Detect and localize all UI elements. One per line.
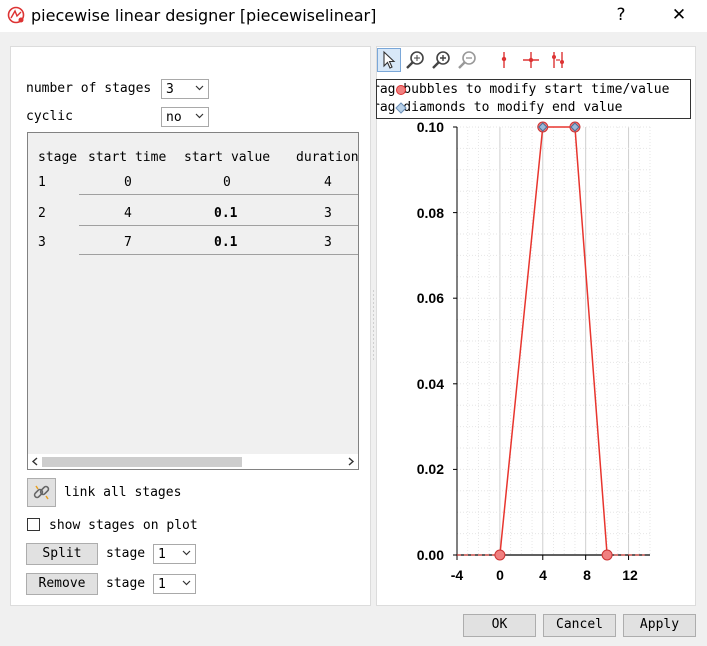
x-tick-label: 12: [622, 567, 638, 583]
cyclic-select[interactable]: no: [161, 107, 209, 127]
cyclic-value: no: [166, 110, 182, 125]
remove-stage-select[interactable]: 1: [153, 574, 196, 594]
column-header-start-time: start time: [88, 150, 167, 165]
remove-stage-value: 1: [158, 577, 166, 592]
title-bar: piecewise linear designer [piecewiseline…: [0, 0, 707, 32]
ok-button[interactable]: OK: [463, 614, 536, 637]
x-tick-label: 0: [496, 567, 504, 583]
window-title: piecewise linear designer [piecewiseline…: [31, 6, 377, 25]
vertical-marker-icon: [501, 52, 507, 68]
y-tick-label: 0.06: [416, 290, 444, 306]
cyclic-label: cyclic: [26, 109, 73, 124]
close-button[interactable]: ✕: [664, 4, 694, 26]
link-icon: [33, 485, 50, 500]
stage-plot[interactable]: [450, 120, 660, 566]
plot-grid: [456, 126, 651, 556]
y-tick-label: 0.10: [416, 119, 444, 135]
legend-diamonds-text: rag diamonds to modify end value: [376, 100, 623, 115]
y-tick-label: 0.00: [416, 547, 444, 563]
column-header-duration: duration: [296, 150, 359, 165]
cell-start-time[interactable]: 0: [124, 175, 132, 190]
cell-duration[interactable]: 3: [324, 206, 332, 221]
cell-duration[interactable]: 4: [324, 175, 332, 190]
cell-start-value[interactable]: 0: [223, 175, 231, 190]
number-of-stages-value: 3: [166, 82, 174, 97]
column-header-start-value: start value: [184, 150, 271, 165]
cell-stage: 3: [38, 235, 46, 250]
y-tick-label: 0.08: [416, 205, 444, 221]
cell-start-time[interactable]: 4: [124, 206, 132, 221]
cell-start-value[interactable]: 0.1: [214, 235, 237, 250]
link-all-stages-label: link all stages: [64, 485, 182, 500]
zoom-box-tool[interactable]: [404, 48, 428, 72]
cell-start-time[interactable]: 7: [124, 235, 132, 250]
help-button[interactable]: ?: [606, 4, 636, 26]
zoom-region-icon: [406, 51, 424, 69]
pointer-icon: [383, 50, 396, 69]
show-stages-checkbox[interactable]: [27, 518, 40, 531]
chevron-down-icon: [195, 113, 204, 119]
chevron-down-icon: [182, 580, 191, 586]
start-point-handle[interactable]: [601, 549, 613, 561]
row-divider: [79, 254, 358, 255]
bubble-legend-icon: [396, 85, 406, 95]
remove-stage-label: stage: [106, 576, 146, 591]
number-of-stages-label: number of stages: [26, 81, 152, 96]
y-tick-label: 0.04: [416, 376, 444, 392]
scroll-right-icon[interactable]: [347, 457, 355, 466]
marker-tool[interactable]: [492, 48, 516, 72]
zoom-out-tool[interactable]: [456, 48, 480, 72]
split-stage-label: stage: [106, 546, 146, 561]
chevron-down-icon: [182, 550, 191, 556]
row-divider: [79, 194, 358, 195]
multi-marker-tool[interactable]: [546, 48, 570, 72]
x-tick-label: -4: [450, 567, 464, 583]
scroll-left-icon[interactable]: [31, 457, 39, 466]
cancel-button[interactable]: Cancel: [543, 614, 616, 637]
plot-legend: rag bubbles to modify start time/value r…: [376, 79, 691, 119]
select-tool[interactable]: [377, 48, 401, 72]
apply-button[interactable]: Apply: [623, 614, 696, 637]
number-of-stages-select[interactable]: 3: [161, 79, 209, 99]
chevron-down-icon: [195, 85, 204, 91]
legend-bubbles-text: rag bubbles to modify start time/value: [376, 82, 670, 97]
zoom-in-tool[interactable]: [430, 48, 454, 72]
split-button[interactable]: Split: [26, 543, 98, 565]
multi-marker-icon: [552, 52, 564, 68]
crosshair-icon: [523, 52, 539, 68]
x-tick-label: 4: [539, 567, 547, 583]
zoom-in-icon: [432, 51, 450, 69]
remove-button[interactable]: Remove: [26, 573, 98, 595]
zoom-out-icon: [458, 51, 476, 69]
cell-start-value[interactable]: 0.1: [214, 206, 237, 221]
cell-duration[interactable]: 3: [324, 235, 332, 250]
x-tick-label: 8: [583, 567, 591, 583]
cell-stage: 1: [38, 175, 46, 190]
crosshair-tool[interactable]: [519, 48, 543, 72]
diamond-legend-icon: [395, 102, 407, 114]
split-stage-value: 1: [158, 547, 166, 562]
scrollbar-thumb[interactable]: [42, 457, 242, 467]
stage-table[interactable]: stage start time start value duration 1 …: [27, 132, 359, 470]
row-divider: [79, 225, 358, 226]
split-stage-select[interactable]: 1: [153, 544, 196, 564]
horizontal-scrollbar[interactable]: [28, 454, 358, 469]
start-point-handle[interactable]: [494, 549, 506, 561]
cell-stage: 2: [38, 206, 46, 221]
show-stages-label: show stages on plot: [49, 518, 198, 533]
piecewise-app-icon: [7, 6, 25, 24]
column-header-stage: stage: [38, 150, 78, 165]
link-stages-button[interactable]: [27, 478, 56, 507]
y-tick-label: 0.02: [416, 461, 444, 477]
